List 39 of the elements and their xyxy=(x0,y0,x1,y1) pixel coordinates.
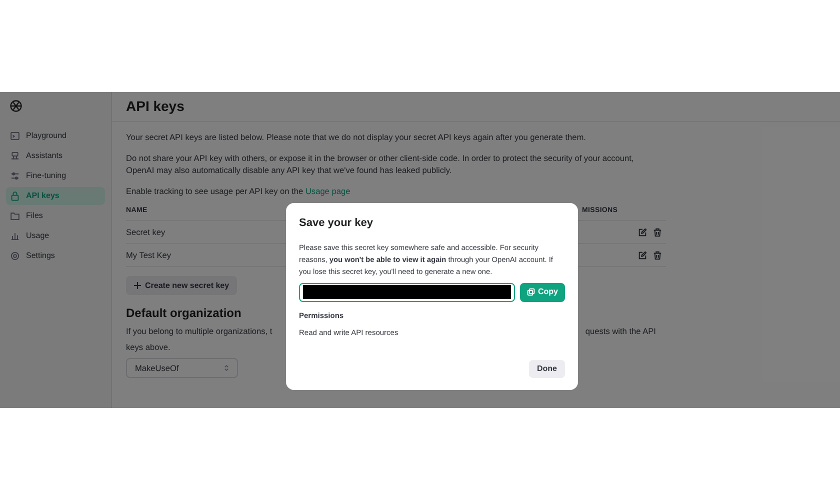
settings-icon xyxy=(10,251,20,261)
org-text: keys above. xyxy=(126,341,170,353)
sidebar-item[interactable]: Playground xyxy=(6,127,105,145)
plus-icon xyxy=(134,282,141,289)
sliders-icon xyxy=(10,171,20,181)
organization-select[interactable]: MakeUseOf xyxy=(126,358,238,378)
sidebar-item[interactable]: Settings xyxy=(6,247,105,265)
info-paragraph: Do not share your API key with others, or expose it in the browser or other client-side code. In order to protect the security of your account, OpenAI may also automatically disable any API key that we've found has leaked publicly. xyxy=(126,152,635,176)
trash-icon[interactable] xyxy=(653,250,662,260)
chevrons-icon xyxy=(224,364,229,372)
sidebar-item[interactable]: Files xyxy=(6,207,105,225)
usage-page-link[interactable]: Usage page xyxy=(305,186,350,196)
org-text: quests with the API xyxy=(585,325,656,337)
org-text: If you belong to multiple organizations, t xyxy=(126,325,272,337)
dialog-title: Save your key xyxy=(299,216,374,231)
sidebar-item[interactable]: API keys xyxy=(6,187,105,205)
page-title: API keys xyxy=(126,97,184,116)
create-key-button[interactable]: Create new secret key xyxy=(126,276,238,295)
bar-chart-icon xyxy=(10,231,20,241)
info-paragraph: Your secret API keys are listed below. Please note that we do not display your secret API keys again after you generate them. xyxy=(126,131,587,143)
logo-icon xyxy=(9,99,23,113)
key-name: Secret key xyxy=(126,226,166,238)
key-field[interactable] xyxy=(299,282,515,302)
copy-button[interactable]: Copy xyxy=(520,282,565,302)
tracking-text: Enable tracking to see usage per API key on the xyxy=(126,186,304,196)
folder-icon xyxy=(10,211,20,221)
edit-icon[interactable] xyxy=(638,250,647,260)
terminal-icon xyxy=(10,131,20,141)
copy-icon xyxy=(527,288,535,296)
robot-icon xyxy=(10,151,20,161)
lock-icon xyxy=(10,191,20,201)
sidebar-item[interactable]: Assistants xyxy=(6,147,105,165)
done-button[interactable]: Done xyxy=(529,360,565,378)
sidebar-item[interactable]: Fine-tuning xyxy=(6,167,105,185)
sidebar-item[interactable]: Usage xyxy=(6,227,105,245)
section-title: Default organization xyxy=(126,307,242,319)
edit-icon[interactable] xyxy=(638,228,647,236)
trash-icon[interactable] xyxy=(653,228,662,236)
key-name: My Test Key xyxy=(126,249,172,261)
